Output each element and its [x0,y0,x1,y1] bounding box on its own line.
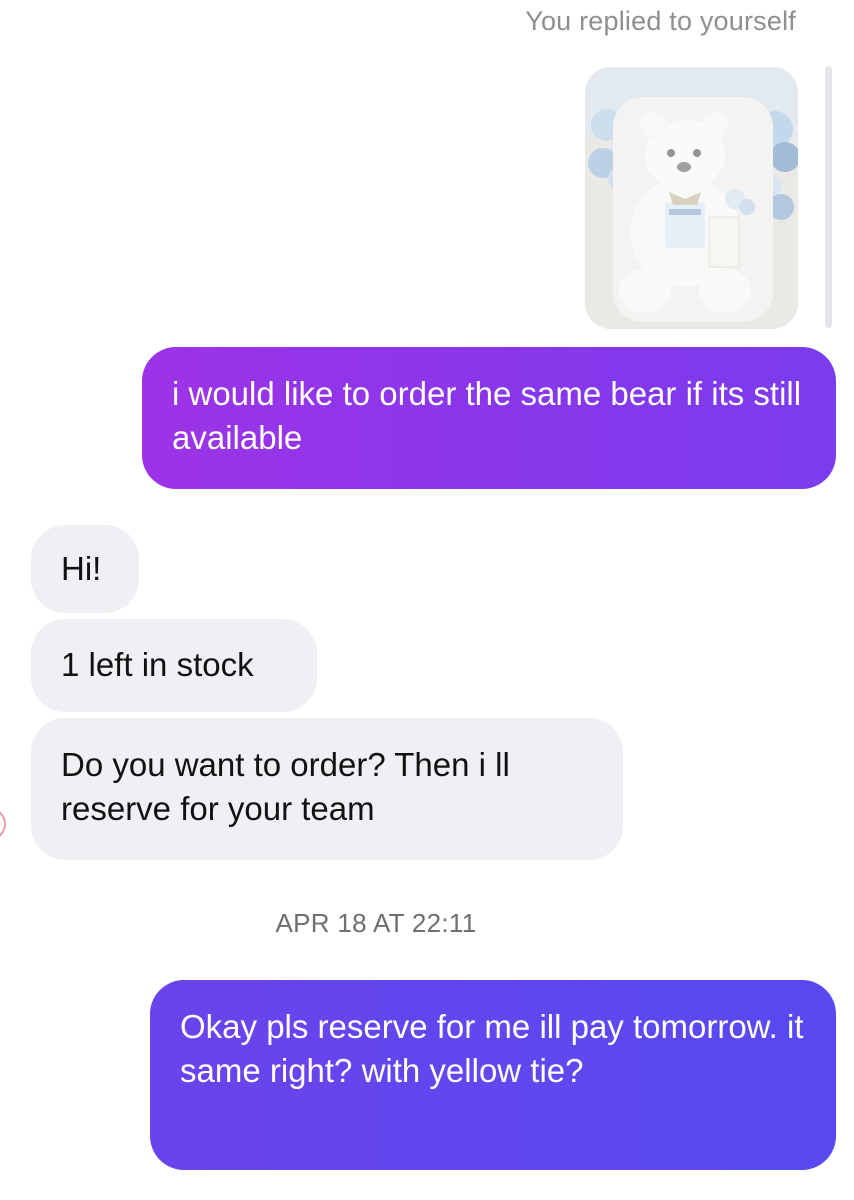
message-timestamp: APR 18 AT 22:11 [275,908,477,938]
avatar[interactable] [0,808,6,840]
message-bubble-outgoing[interactable]: i would like to order the same bear if i… [142,347,836,489]
message-bubble-incoming[interactable]: Hi! [31,525,139,613]
message-bubble-incoming[interactable]: Do you want to order? Then i ll reserve … [31,718,623,860]
message-bubble-incoming[interactable]: 1 left in stock [31,619,317,712]
teddy-bear-photo [585,67,798,329]
replied-photo-message[interactable] [585,67,798,329]
reply-context-label: You replied to yourself [525,6,796,36]
reply-thread-bar [825,66,832,328]
message-bubble-outgoing[interactable]: Okay pls reserve for me ill pay tomorrow… [150,980,836,1170]
